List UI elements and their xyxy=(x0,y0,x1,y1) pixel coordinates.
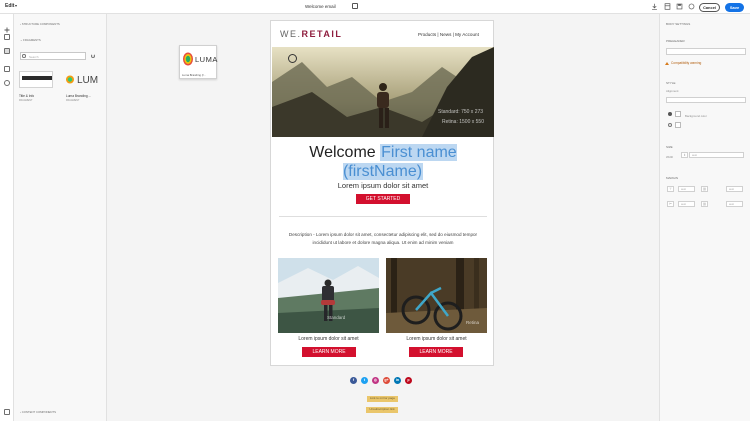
alignment-select[interactable] xyxy=(666,97,746,103)
card-overlay-label: Retina xyxy=(466,320,480,325)
personalization-icon[interactable] xyxy=(4,80,10,86)
section-style: Style xyxy=(666,81,676,85)
bg-radio-on[interactable] xyxy=(668,112,672,116)
save-file-icon[interactable] xyxy=(676,3,683,10)
fragment-caption: Luma Branding (f... xyxy=(182,73,206,77)
refresh-icon[interactable] xyxy=(91,54,95,58)
mirror-page-link[interactable]: Link to mirror page xyxy=(367,396,398,402)
margin-right-input[interactable]: auto xyxy=(726,186,743,192)
luma-logo-icon xyxy=(183,52,193,66)
facebook-icon[interactable]: f xyxy=(350,377,357,384)
margin-left-icon: ⊢ xyxy=(667,201,674,207)
compatibility-warning: Compatibility warning xyxy=(665,61,701,65)
fragments-header: Fragments xyxy=(23,38,41,42)
description-text[interactable]: Description - Lorem ipsum dolor sit amet… xyxy=(281,231,485,246)
assets-icon[interactable] xyxy=(4,66,10,72)
save-button[interactable]: Save xyxy=(725,3,744,12)
top-bar: Edit ▾ Welcome email Cancel Save xyxy=(0,0,750,14)
width-label: Width xyxy=(666,155,674,159)
hero-retina-size: Retina: 1500 x 550 xyxy=(442,119,484,125)
svg-text:LUM: LUM xyxy=(77,75,98,86)
mode-menu[interactable]: Edit xyxy=(5,3,14,9)
layers-icon[interactable] xyxy=(4,34,10,40)
warning-icon xyxy=(665,61,669,65)
settings-panel: Body settings Preheader Style Alignment … xyxy=(659,14,750,421)
content-header: Content components xyxy=(21,410,57,414)
dragged-fragment-luma[interactable]: LUMA Luma Branding (f... xyxy=(179,45,217,79)
preheader-input[interactable] xyxy=(666,48,746,55)
luma-logo-icon: LUM xyxy=(66,75,98,86)
instagram-icon[interactable]: ◎ xyxy=(372,377,379,384)
section-margin: Margin xyxy=(666,176,678,180)
structure-accordion[interactable]: › Structure components xyxy=(20,22,60,26)
chevron-down-icon[interactable]: ▾ xyxy=(15,3,17,8)
margin-top-icon: ⊤ xyxy=(667,186,674,192)
margin-link-icon[interactable]: ⛓ xyxy=(701,201,708,207)
alignment-label: Alignment xyxy=(666,89,679,93)
pinterest-icon[interactable]: p xyxy=(405,377,412,384)
luma-logo-text: LUMA xyxy=(195,55,218,64)
card-image-hiker[interactable]: Standard xyxy=(278,258,379,333)
margin-left-input[interactable]: auto xyxy=(726,201,743,207)
fragment-type: FRAGMENT xyxy=(66,99,80,102)
document-title: Welcome email xyxy=(305,4,336,9)
hero-image[interactable]: Standard: 750 x 273 Retina: 1500 x 550 xyxy=(272,47,494,137)
margin-link-icon[interactable]: ⛓ xyxy=(701,186,708,192)
email-body[interactable]: WE.RETAIL Products | News | My Account S… xyxy=(270,20,494,366)
background-color-label: Background color xyxy=(685,114,707,118)
settings-icon[interactable] xyxy=(4,409,10,415)
card-text[interactable]: Lorem ipsum dolor sit amet xyxy=(278,336,379,342)
fragment-type: FRAGMENT xyxy=(19,99,33,102)
download-icon[interactable] xyxy=(651,3,658,10)
card-image-bike[interactable]: Retina xyxy=(386,258,487,333)
learn-more-button[interactable]: LEARN MORE xyxy=(409,347,463,357)
email-nav[interactable]: Products | News | My Account xyxy=(418,32,479,37)
welcome-heading[interactable]: Welcome First name (firstName) xyxy=(271,143,495,181)
fragment-thumb-luma-branding[interactable]: LUM xyxy=(65,71,99,88)
hero-standard-size: Standard: 750 x 273 xyxy=(438,109,484,115)
learn-more-button[interactable]: LEARN MORE xyxy=(302,347,356,357)
left-rail xyxy=(0,14,14,421)
brand-logo: WE.RETAIL xyxy=(280,29,343,39)
fragments-icon[interactable] xyxy=(4,48,10,54)
width-input[interactable]: auto xyxy=(689,152,744,158)
structure-header: Structure components xyxy=(21,22,60,26)
help-icon[interactable] xyxy=(688,3,695,10)
bg-color-none-swatch[interactable] xyxy=(675,122,681,128)
hiker-photo xyxy=(278,258,379,333)
card-text[interactable]: Lorem ipsum dolor sit amet xyxy=(386,336,487,342)
linkedin-icon[interactable]: in xyxy=(394,377,401,384)
image-placeholder-icon xyxy=(288,54,297,63)
preview-icon[interactable] xyxy=(664,3,671,10)
welcome-subheading[interactable]: Lorem ipsum dolor sit amet xyxy=(271,181,495,190)
cancel-button[interactable]: Cancel xyxy=(699,3,720,12)
add-icon[interactable] xyxy=(4,20,10,33)
width-stepper[interactable]: ⇕ xyxy=(681,152,688,158)
twitter-icon[interactable]: t xyxy=(361,377,368,384)
search-icon xyxy=(22,54,26,58)
margin-top-input[interactable]: auto xyxy=(678,186,695,192)
fragment-thumb-title-info[interactable] xyxy=(19,71,53,88)
fragment-name: Title & Info xyxy=(19,94,35,98)
margin-bottom-input[interactable]: auto xyxy=(678,201,695,207)
googleplus-icon[interactable]: g+ xyxy=(383,377,390,384)
panel-title: Body settings xyxy=(666,22,691,26)
section-size: Size xyxy=(666,145,673,149)
fragment-name: Luma Branding ... xyxy=(66,94,92,98)
bg-radio-off[interactable] xyxy=(668,123,672,127)
unsubscribe-link[interactable]: Unsubscription link xyxy=(366,407,398,413)
get-started-button[interactable]: GET STARTED xyxy=(356,194,410,204)
section-preheader: Preheader xyxy=(666,39,685,43)
bg-color-swatch[interactable] xyxy=(675,111,681,117)
fragments-accordion[interactable]: ⌄ Fragments xyxy=(20,38,41,42)
divider xyxy=(279,216,487,217)
card-overlay-label: Standard xyxy=(327,315,346,320)
fragment-search-input[interactable]: Search xyxy=(20,52,86,60)
content-accordion[interactable]: › Content components xyxy=(20,410,56,414)
edit-properties-icon[interactable] xyxy=(352,3,358,9)
